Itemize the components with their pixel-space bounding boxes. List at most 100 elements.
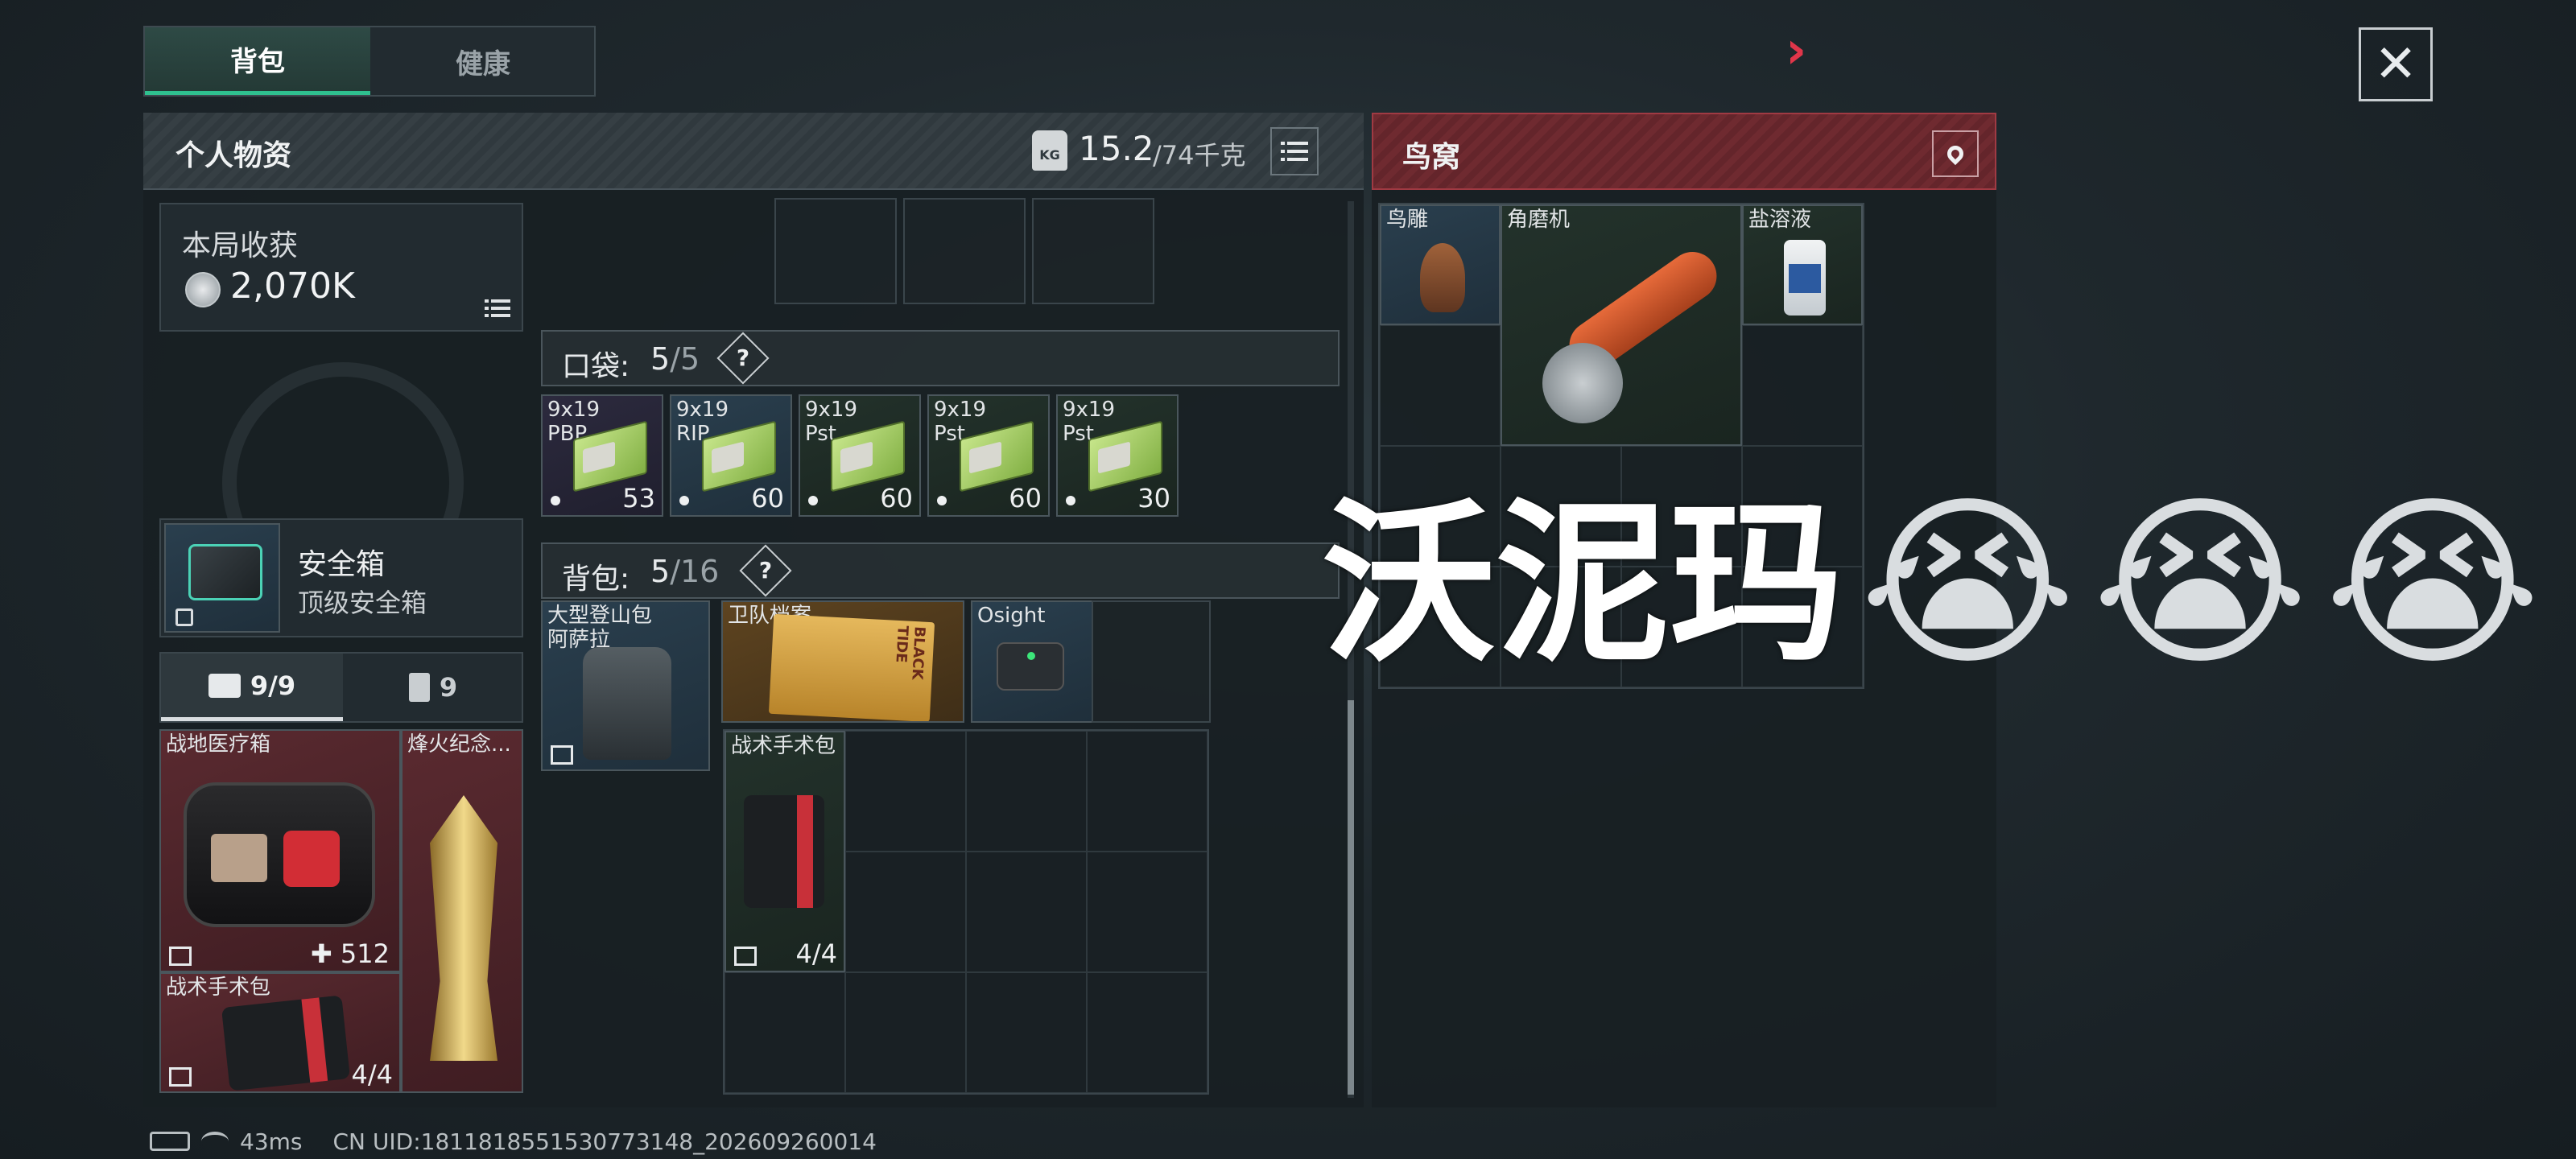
trophy-item[interactable]: 烽火纪念... [401, 729, 523, 1093]
list-icon [1281, 142, 1308, 161]
saline-item[interactable]: 盐溶液 [1742, 204, 1863, 325]
item-qty: ✚ 512 [310, 938, 390, 969]
angle-grinder-item[interactable]: 角磨机 [1501, 204, 1742, 446]
crying-emoji-icon: 😭 [2091, 476, 2309, 691]
no-insure-icon [551, 745, 573, 765]
personal-title: 个人物资 [175, 139, 292, 172]
tab-backpack[interactable]: 背包 [145, 27, 370, 95]
battery-icon [150, 1132, 190, 1151]
file-icon: BLACK TIDE [768, 613, 935, 721]
next-arrow-icon[interactable]: › [1785, 23, 1806, 79]
location-pin-icon [1943, 142, 1967, 166]
no-insure-icon [169, 1067, 192, 1087]
subtab-label: 9/9 [250, 670, 296, 701]
backpack-help-button[interactable]: ? [739, 544, 792, 597]
equip-slot[interactable] [774, 198, 897, 304]
crying-emoji-icon: 😭 [1860, 476, 2076, 691]
item-qty: 53 [622, 483, 655, 514]
sort-list-button[interactable] [1270, 127, 1319, 175]
backpack-header: 背包: 5/16 ? [541, 542, 1340, 599]
safe-icon [188, 544, 262, 600]
safe-subtitle: 顶级安全箱 [298, 588, 427, 618]
equip-slot[interactable] [903, 198, 1026, 304]
backpack-icon [583, 647, 671, 760]
tab-clipboard[interactable]: 9 [345, 654, 522, 721]
weight-current: 15.2 [1079, 129, 1154, 168]
coin-icon [185, 272, 221, 307]
surgery-kit-icon [221, 995, 351, 1091]
safe-box: 安全箱 顶级安全箱 [159, 518, 523, 637]
pocket-help-button[interactable]: ? [716, 332, 770, 385]
backpack-count: 5/16 [650, 554, 720, 589]
overlay-text: 沃泥玛 [1322, 483, 1844, 685]
medkit-item[interactable]: 战地医疗箱 ✚ 512 [159, 729, 401, 972]
side-subtabs: 9/9 9 [159, 652, 523, 723]
safe-slot[interactable] [164, 523, 280, 633]
surgery-kit-item[interactable]: 战术手术包 4/4 [159, 972, 401, 1093]
item-name: Osight [977, 604, 1046, 628]
item-name: 战地医疗箱 [166, 732, 271, 757]
loot-title: 鸟窝 [1402, 141, 1461, 174]
ammo-item[interactable]: 9x19 RIP 60 [670, 394, 792, 517]
help-icon: ? [758, 557, 773, 584]
item-name: 盐溶液 [1748, 208, 1812, 232]
backpack-label: 背包: [562, 563, 630, 596]
item-qty: 60 [880, 483, 913, 514]
ping-value: 43ms [240, 1128, 303, 1155]
saline-bottle-icon [1784, 240, 1826, 316]
backpack-empty-slot[interactable] [1092, 600, 1211, 723]
loot-header: 鸟窝 [1372, 113, 1996, 190]
equip-slot[interactable] [1032, 198, 1154, 304]
item-name: 大型登山包 阿萨拉 [547, 604, 653, 652]
pocket-count: 5/5 [650, 341, 700, 377]
pocket-header: 口袋: 5/5 ? [541, 330, 1340, 386]
bird-icon [1420, 243, 1465, 312]
top-tabs: 背包 健康 [143, 26, 596, 97]
item-name: 战术手术包 [166, 975, 271, 1000]
weight-kg-icon: KG [1032, 130, 1067, 171]
no-insure-icon [169, 947, 192, 966]
pocket-label: 口袋: [562, 350, 630, 383]
guard-file-item[interactable]: 卫队档案 BLACK TIDE [721, 600, 964, 723]
surgery-kit-icon [744, 795, 824, 908]
tab-secure-items[interactable]: 9/9 [161, 654, 343, 721]
surgery-kit-item[interactable]: 战术手术包 4/4 [724, 731, 845, 972]
help-icon: ? [736, 344, 750, 371]
mountain-backpack-item[interactable]: 大型登山包 阿萨拉 [541, 600, 710, 771]
haul-value: 2,070K [230, 266, 355, 307]
haul-label: 本局收获 [182, 229, 299, 262]
trophy-icon [430, 795, 497, 1061]
wifi-icon [201, 1132, 229, 1151]
overlay-caption: 沃泥玛 😭 😭 😭 [1322, 488, 2541, 681]
close-icon: ✕ [2374, 35, 2417, 94]
location-button[interactable] [1932, 130, 1979, 177]
ammo-item[interactable]: 9x19 Pst 60 [799, 394, 921, 517]
haul-list-icon[interactable] [485, 298, 510, 319]
ammo-item[interactable]: 9x19 Pst 60 [927, 394, 1050, 517]
haul-box: 本局收获 2,070K [159, 203, 523, 332]
item-name: 烽火纪念... [407, 732, 511, 757]
no-insure-icon [734, 947, 757, 966]
item-qty: 30 [1137, 483, 1170, 514]
weight-max: /74千克 [1153, 140, 1246, 171]
subtab-label: 9 [439, 672, 458, 703]
personal-header: 个人物资 KG 15.2 /74千克 [143, 113, 1364, 190]
item-name: 鸟雕 [1386, 208, 1429, 232]
uid-text: CN UID:1811818551530773148_202609260014 [332, 1128, 877, 1155]
crying-emoji-icon: 😭 [2324, 476, 2541, 691]
tab-health[interactable]: 健康 [372, 27, 594, 95]
safe-title: 安全箱 [298, 548, 386, 581]
osight-item[interactable]: Osight [971, 600, 1093, 723]
item-name: 角磨机 [1507, 208, 1571, 232]
bird-statue-item[interactable]: 鸟雕 [1380, 204, 1501, 325]
ammo-item[interactable]: 9x19 PBP 53 [541, 394, 663, 517]
ammo-item[interactable]: 9x19 Pst 30 [1056, 394, 1179, 517]
item-qty: 4/4 [351, 1059, 394, 1090]
medkit-icon [184, 782, 375, 927]
close-button[interactable]: ✕ [2359, 27, 2433, 101]
sight-icon [997, 642, 1064, 691]
toolbox-icon [208, 673, 241, 698]
item-qty: 60 [1009, 483, 1042, 514]
scrollbar-thumb[interactable] [1348, 700, 1354, 1095]
lock-icon [175, 608, 193, 626]
